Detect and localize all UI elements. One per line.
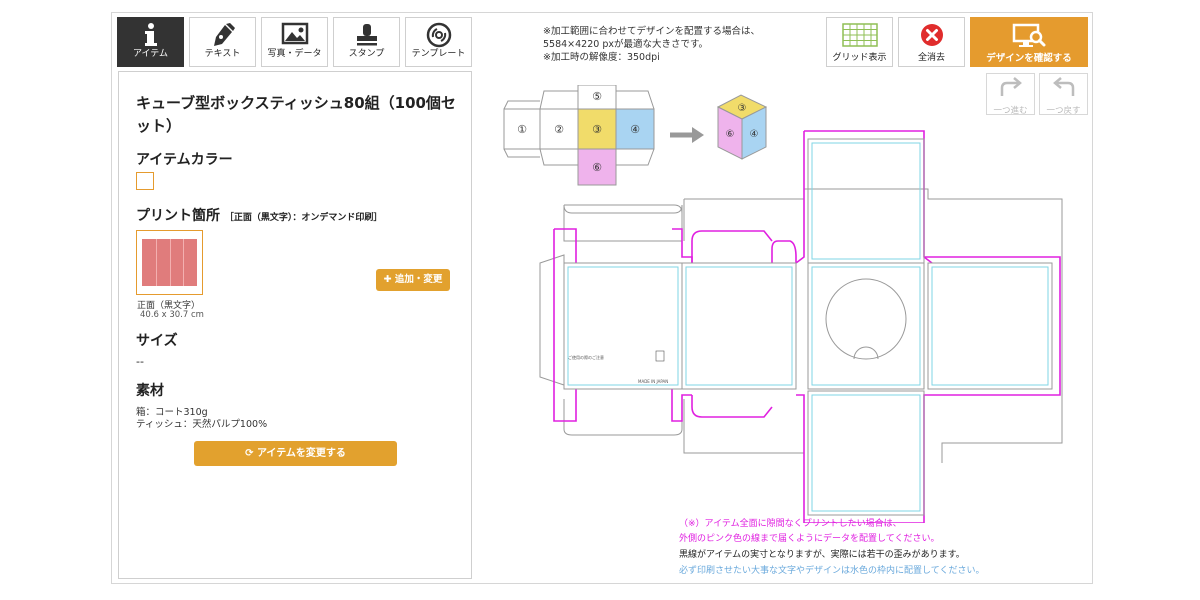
material-heading: 素材 (136, 383, 164, 399)
actual-size-note: 黒線がアイテムの実寸となりますが、実際には若干の歪みがあります。 (679, 550, 965, 560)
clear-all-button[interactable]: 全消去 (898, 17, 965, 67)
grid-icon (827, 18, 892, 50)
net-label-5: ⑤ (592, 90, 602, 103)
item-color-heading: アイテムカラー (136, 152, 233, 168)
safe-area-note: 必ず印刷させたい大事な文字やデザインは水色の枠内に配置してください。 (679, 566, 985, 576)
tab-template-label: テンプレート (411, 49, 466, 59)
made-in-text: MADE IN JAPAN (638, 379, 668, 384)
tab-stamp[interactable]: スタンプ (333, 17, 400, 67)
tab-photo-data-label: 写真・データ (267, 49, 322, 59)
design-canvas[interactable]: ご使用の際のご注意 MADE IN JAPAN (532, 123, 1072, 523)
face-4 (927, 262, 1053, 390)
pen-icon (190, 18, 255, 48)
item-color-swatch[interactable] (136, 172, 154, 190)
print-area-preview (142, 239, 197, 286)
undo-button[interactable]: 一つ戻す (1039, 73, 1088, 116)
template-disc-icon (406, 18, 471, 48)
info-icon (118, 18, 183, 48)
print-area-size: 40.6 x 30.7 cm (140, 310, 204, 320)
undo-arrow-icon (1049, 77, 1079, 104)
bleed-note-2: 外側のピンク色の線まで届くようにデータを配置してください。 (679, 534, 940, 544)
bleed-line (553, 130, 1061, 523)
size-note-line1: ※加工範囲に合わせてデザインを配置する場合は、 (543, 26, 760, 37)
tab-text-label: テキスト (204, 49, 241, 59)
face-5 (807, 138, 925, 264)
close-circle-icon (899, 18, 964, 50)
size-heading: サイズ (136, 333, 178, 349)
redo-arrow-icon (996, 77, 1026, 104)
clear-all-label: 全消去 (917, 53, 945, 63)
face-3 (807, 262, 925, 390)
face-6 (807, 390, 925, 516)
change-item-label: アイテムを変更する (256, 448, 346, 459)
tab-text[interactable]: テキスト (189, 17, 256, 67)
size-value: -- (136, 355, 144, 368)
print-method-note: ［正面（黒文字）：オンデマンド印刷］ (224, 213, 383, 223)
net-label-1: ① (517, 123, 527, 136)
recycle-mark-icon (655, 350, 665, 362)
tab-photo-data[interactable]: 写真・データ (261, 17, 328, 67)
plus-icon: ✚ (383, 274, 392, 285)
design-editor: アイテム テキスト 写真・データ スタンプ テンプレート キューブ型ボックスティ… (111, 12, 1093, 584)
print-area-heading: プリント箇所 ［正面（黒文字）：オンデマンド印刷］ (136, 205, 382, 225)
confirm-design-label: デザインを確認する (986, 53, 1072, 64)
monitor-search-icon (971, 18, 1087, 50)
redo-button[interactable]: 一つ進む (986, 73, 1035, 116)
image-icon (262, 18, 327, 48)
change-item-button[interactable]: ⟳ アイテムを変更する (194, 441, 397, 466)
tab-template[interactable]: テンプレート (405, 17, 472, 67)
undo-label: 一つ戻す (1046, 106, 1081, 116)
refresh-icon: ⟳ (245, 448, 254, 459)
add-change-button[interactable]: ✚ 追加・変更 (376, 269, 450, 291)
size-note-line3: ※加工時の解像度：350dpi (543, 52, 660, 63)
size-note: ※加工範囲に合わせてデザインを配置する場合は、 5584×4220 pxが最適な… (543, 25, 760, 64)
add-change-label: 追加・変更 (394, 274, 443, 285)
tab-item-label: アイテム (132, 49, 169, 59)
bleed-note-1: （※）アイテム全面に隙間なくプリントしたい場合は、 (679, 519, 902, 529)
tab-item[interactable]: アイテム (117, 17, 184, 67)
size-note-line2: 5584×4220 pxが最適な大きさです。 (543, 39, 709, 50)
product-title: キューブ型ボックスティッシュ80組（100個セット） (136, 94, 456, 135)
stamp-icon (334, 18, 399, 48)
face-1 (563, 262, 683, 390)
tab-stamp-label: スタンプ (348, 49, 385, 59)
grid-toggle-button[interactable]: グリッド表示 (826, 17, 893, 67)
material-tissue: ティッシュ：天然パルプ100% (136, 419, 268, 430)
print-area-thumbnail[interactable] (136, 230, 203, 295)
confirm-design-button[interactable]: デザインを確認する (970, 17, 1088, 67)
print-area-heading-text: プリント箇所 (136, 208, 220, 224)
caution-label-text: ご使用の際のご注意 (568, 354, 604, 360)
cube-label-3: ③ (738, 103, 747, 114)
item-panel: キューブ型ボックスティッシュ80組（100個セット） アイテムカラー プリント箇… (118, 71, 472, 579)
grid-toggle-label: グリッド表示 (832, 53, 887, 63)
redo-label: 一つ進む (993, 106, 1028, 116)
dieline-outline (539, 188, 1063, 463)
face-2 (681, 262, 797, 390)
